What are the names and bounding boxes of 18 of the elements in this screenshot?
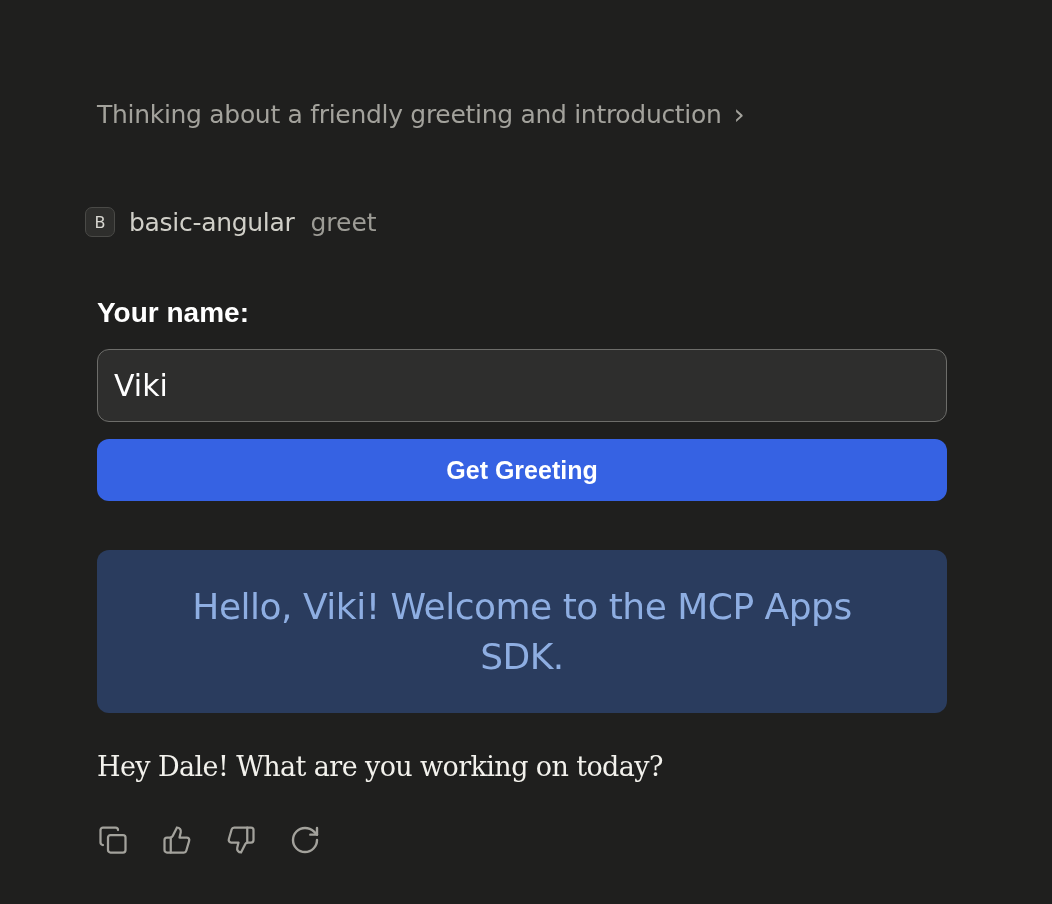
thumbs-up-icon [162, 825, 192, 855]
dislike-button[interactable] [225, 824, 257, 856]
server-name: basic-angular [129, 207, 295, 237]
thumbs-down-icon [226, 825, 256, 855]
chevron-icon[interactable]: › [733, 98, 745, 131]
name-input-field[interactable]: Viki [97, 349, 947, 422]
tool-name: greet [310, 207, 377, 237]
thinking-summary[interactable]: Thinking about a friendly greeting and introduction [97, 100, 722, 129]
greeting-message: Hello, Viki! Welcome to the MCP Apps SDK. [191, 584, 853, 679]
like-button[interactable] [161, 824, 193, 856]
get-greeting-button[interactable]: Get Greeting [97, 439, 947, 501]
server-badge: B [85, 207, 115, 237]
copy-icon [98, 825, 128, 855]
field-label: Your name: [97, 297, 250, 329]
retry-button[interactable] [289, 824, 321, 856]
retry-icon [289, 824, 321, 856]
assistant-reply: Hey Dale! What are you working on today? [97, 751, 664, 782]
copy-button[interactable] [97, 824, 129, 856]
